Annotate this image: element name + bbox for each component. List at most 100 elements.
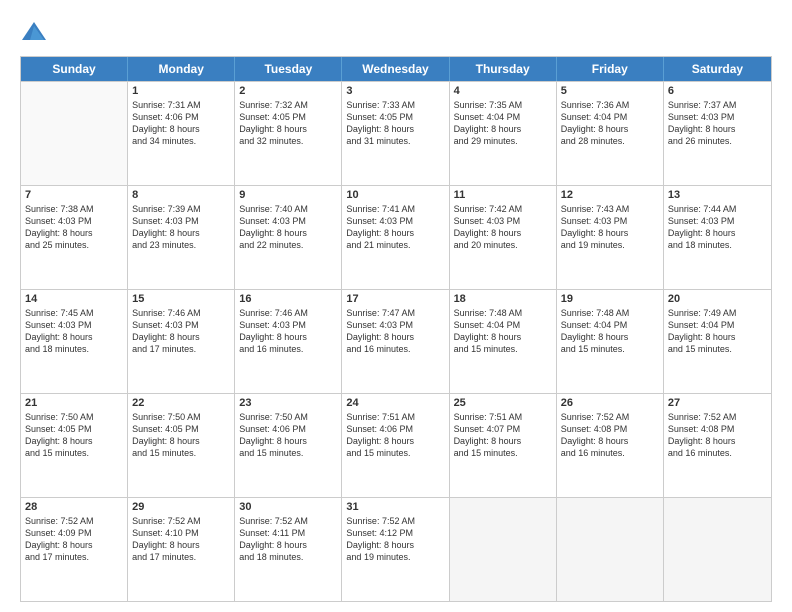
calendar: SundayMondayTuesdayWednesdayThursdayFrid…	[20, 56, 772, 602]
cell-text-line: Sunrise: 7:50 AM	[25, 411, 123, 423]
cell-text-line: and 15 minutes.	[346, 447, 444, 459]
cell-text-line: and 26 minutes.	[668, 135, 767, 147]
cell-text-line: Sunset: 4:07 PM	[454, 423, 552, 435]
cell-text-line: and 15 minutes.	[454, 447, 552, 459]
day-number: 20	[668, 293, 767, 305]
cal-cell-18: 18Sunrise: 7:48 AMSunset: 4:04 PMDayligh…	[450, 290, 557, 393]
day-number: 25	[454, 397, 552, 409]
cell-text-line: and 31 minutes.	[346, 135, 444, 147]
calendar-body: 1Sunrise: 7:31 AMSunset: 4:06 PMDaylight…	[21, 81, 771, 601]
cell-text-line: Sunrise: 7:48 AM	[561, 307, 659, 319]
cell-text-line: Sunset: 4:06 PM	[239, 423, 337, 435]
header-day-friday: Friday	[557, 57, 664, 81]
cell-text-line: Sunset: 4:03 PM	[239, 215, 337, 227]
calendar-row-0: 1Sunrise: 7:31 AMSunset: 4:06 PMDaylight…	[21, 81, 771, 185]
cal-cell-9: 9Sunrise: 7:40 AMSunset: 4:03 PMDaylight…	[235, 186, 342, 289]
header-day-wednesday: Wednesday	[342, 57, 449, 81]
cell-text-line: Sunrise: 7:48 AM	[454, 307, 552, 319]
cell-text-line: Daylight: 8 hours	[346, 331, 444, 343]
cell-text-line: Daylight: 8 hours	[132, 227, 230, 239]
cell-text-line: Sunset: 4:04 PM	[561, 319, 659, 331]
cell-text-line: Sunrise: 7:47 AM	[346, 307, 444, 319]
cell-text-line: Daylight: 8 hours	[561, 331, 659, 343]
cell-text-line: Sunrise: 7:51 AM	[346, 411, 444, 423]
cell-text-line: Daylight: 8 hours	[668, 227, 767, 239]
cell-text-line: Sunrise: 7:52 AM	[132, 515, 230, 527]
day-number: 16	[239, 293, 337, 305]
cal-cell-15: 15Sunrise: 7:46 AMSunset: 4:03 PMDayligh…	[128, 290, 235, 393]
calendar-row-1: 7Sunrise: 7:38 AMSunset: 4:03 PMDaylight…	[21, 185, 771, 289]
cell-text-line: Daylight: 8 hours	[668, 435, 767, 447]
header-day-saturday: Saturday	[664, 57, 771, 81]
cal-cell-1: 1Sunrise: 7:31 AMSunset: 4:06 PMDaylight…	[128, 82, 235, 185]
cell-text-line: Daylight: 8 hours	[239, 123, 337, 135]
cell-text-line: Sunset: 4:03 PM	[346, 215, 444, 227]
cell-text-line: Sunset: 4:05 PM	[25, 423, 123, 435]
cell-text-line: Sunset: 4:04 PM	[668, 319, 767, 331]
day-number: 1	[132, 85, 230, 97]
day-number: 22	[132, 397, 230, 409]
cal-cell-empty-4-4	[450, 498, 557, 601]
cell-text-line: Daylight: 8 hours	[346, 227, 444, 239]
cell-text-line: Sunrise: 7:40 AM	[239, 203, 337, 215]
cell-text-line: Daylight: 8 hours	[25, 539, 123, 551]
header-day-monday: Monday	[128, 57, 235, 81]
cell-text-line: Sunrise: 7:46 AM	[132, 307, 230, 319]
cell-text-line: Sunset: 4:04 PM	[454, 319, 552, 331]
cell-text-line: Sunset: 4:03 PM	[668, 111, 767, 123]
cell-text-line: Daylight: 8 hours	[132, 539, 230, 551]
day-number: 26	[561, 397, 659, 409]
cell-text-line: Daylight: 8 hours	[25, 435, 123, 447]
cell-text-line: and 16 minutes.	[561, 447, 659, 459]
day-number: 4	[454, 85, 552, 97]
calendar-row-2: 14Sunrise: 7:45 AMSunset: 4:03 PMDayligh…	[21, 289, 771, 393]
cell-text-line: Daylight: 8 hours	[668, 331, 767, 343]
cell-text-line: Sunrise: 7:51 AM	[454, 411, 552, 423]
day-number: 17	[346, 293, 444, 305]
cal-cell-29: 29Sunrise: 7:52 AMSunset: 4:10 PMDayligh…	[128, 498, 235, 601]
day-number: 8	[132, 189, 230, 201]
cal-cell-14: 14Sunrise: 7:45 AMSunset: 4:03 PMDayligh…	[21, 290, 128, 393]
cal-cell-17: 17Sunrise: 7:47 AMSunset: 4:03 PMDayligh…	[342, 290, 449, 393]
cell-text-line: Sunrise: 7:37 AM	[668, 99, 767, 111]
day-number: 11	[454, 189, 552, 201]
cell-text-line: and 21 minutes.	[346, 239, 444, 251]
cell-text-line: Sunrise: 7:52 AM	[346, 515, 444, 527]
cell-text-line: Sunrise: 7:39 AM	[132, 203, 230, 215]
day-number: 15	[132, 293, 230, 305]
cell-text-line: and 16 minutes.	[668, 447, 767, 459]
cell-text-line: Sunset: 4:03 PM	[25, 215, 123, 227]
cell-text-line: Sunset: 4:11 PM	[239, 527, 337, 539]
cell-text-line: Sunset: 4:03 PM	[454, 215, 552, 227]
cal-cell-7: 7Sunrise: 7:38 AMSunset: 4:03 PMDaylight…	[21, 186, 128, 289]
cal-cell-20: 20Sunrise: 7:49 AMSunset: 4:04 PMDayligh…	[664, 290, 771, 393]
cell-text-line: Sunrise: 7:46 AM	[239, 307, 337, 319]
cal-cell-empty-0-0	[21, 82, 128, 185]
cal-cell-12: 12Sunrise: 7:43 AMSunset: 4:03 PMDayligh…	[557, 186, 664, 289]
cell-text-line: Daylight: 8 hours	[239, 227, 337, 239]
cell-text-line: Sunset: 4:03 PM	[561, 215, 659, 227]
cell-text-line: and 32 minutes.	[239, 135, 337, 147]
cell-text-line: Sunset: 4:04 PM	[454, 111, 552, 123]
cell-text-line: Daylight: 8 hours	[561, 435, 659, 447]
cal-cell-28: 28Sunrise: 7:52 AMSunset: 4:09 PMDayligh…	[21, 498, 128, 601]
calendar-row-3: 21Sunrise: 7:50 AMSunset: 4:05 PMDayligh…	[21, 393, 771, 497]
cell-text-line: Sunset: 4:06 PM	[132, 111, 230, 123]
day-number: 28	[25, 501, 123, 513]
cell-text-line: Daylight: 8 hours	[668, 123, 767, 135]
cell-text-line: and 15 minutes.	[454, 343, 552, 355]
cell-text-line: and 18 minutes.	[668, 239, 767, 251]
cell-text-line: Daylight: 8 hours	[239, 435, 337, 447]
cell-text-line: Daylight: 8 hours	[454, 435, 552, 447]
day-number: 14	[25, 293, 123, 305]
cell-text-line: Sunrise: 7:50 AM	[132, 411, 230, 423]
cell-text-line: Sunset: 4:03 PM	[132, 215, 230, 227]
cell-text-line: Sunrise: 7:38 AM	[25, 203, 123, 215]
cell-text-line: and 15 minutes.	[561, 343, 659, 355]
cell-text-line: Daylight: 8 hours	[346, 435, 444, 447]
cell-text-line: and 18 minutes.	[239, 551, 337, 563]
cell-text-line: Daylight: 8 hours	[132, 123, 230, 135]
cell-text-line: Daylight: 8 hours	[561, 123, 659, 135]
cal-cell-27: 27Sunrise: 7:52 AMSunset: 4:08 PMDayligh…	[664, 394, 771, 497]
header-day-tuesday: Tuesday	[235, 57, 342, 81]
